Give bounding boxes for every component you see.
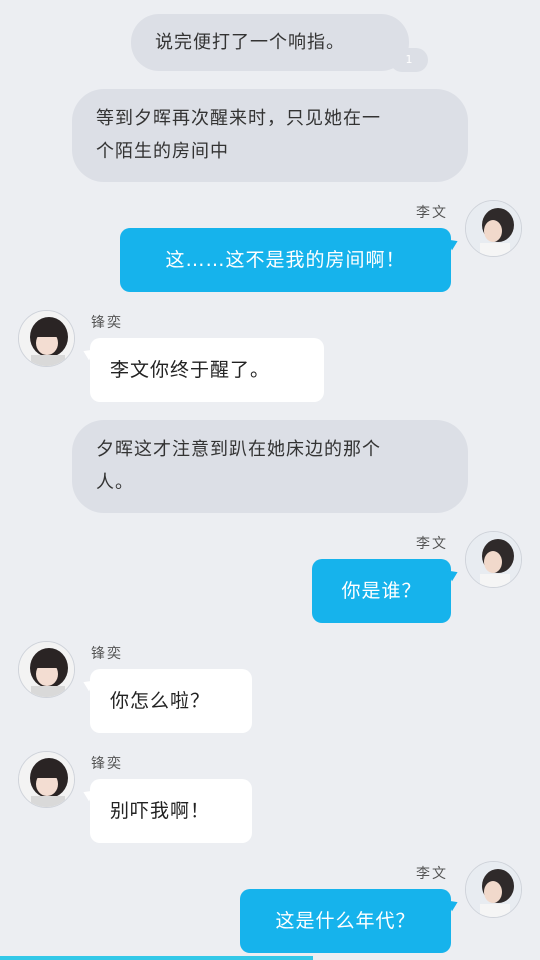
narration-text-line: 个陌生的房间中 — [96, 141, 229, 162]
outgoing-message-bubble[interactable]: 你是谁？ — [312, 559, 451, 623]
girl-avatar-icon[interactable] — [465, 200, 522, 257]
chat-story-screen: 说完便打了一个响指。 1 等到夕晖再次醒来时，只见她在一 个陌生的房间中 李文 … — [0, 0, 540, 960]
reading-progress-bar — [0, 956, 540, 960]
narration-bubble: 说完便打了一个响指。 — [131, 14, 409, 71]
message-text: 这……这不是我的房间啊！ — [165, 249, 406, 271]
message-text: 李文你终于醒了。 — [110, 359, 271, 381]
narration-text: 说完便打了一个响指。 — [155, 32, 345, 53]
sender-name: 李文 — [416, 205, 448, 221]
message-text: 你是谁？ — [341, 580, 422, 602]
girl-bangs-avatar-icon[interactable] — [18, 751, 75, 808]
outgoing-message-bubble[interactable]: 这是什么年代？ — [240, 889, 451, 953]
girl-avatar-icon[interactable] — [465, 531, 522, 588]
message-counter-badge: 1 — [390, 48, 428, 72]
message-text: 你怎么啦？ — [110, 690, 211, 712]
narration-text-line: 人。 — [96, 472, 134, 493]
sender-name: 李文 — [416, 866, 448, 882]
incoming-message-bubble[interactable]: 李文你终于醒了。 — [90, 338, 324, 402]
reading-progress-fill — [0, 956, 314, 960]
incoming-message-bubble[interactable]: 别吓我啊！ — [90, 779, 252, 843]
narration-text-line: 等到夕晖再次醒来时，只见她在一 — [96, 108, 381, 129]
sender-name: 锋奕 — [91, 315, 123, 331]
narration-text-line: 夕晖这才注意到趴在她床边的那个 — [96, 439, 381, 460]
narration-bubble: 夕晖这才注意到趴在她床边的那个 人。 — [72, 420, 468, 513]
sender-name: 锋奕 — [91, 646, 123, 662]
narration-bubble: 等到夕晖再次醒来时，只见她在一 个陌生的房间中 — [72, 89, 468, 182]
sender-name: 李文 — [416, 536, 448, 552]
sender-name: 锋奕 — [91, 756, 123, 772]
girl-avatar-icon[interactable] — [465, 861, 522, 918]
incoming-message-bubble[interactable]: 你怎么啦？ — [90, 669, 252, 733]
message-text: 这是什么年代？ — [275, 910, 416, 932]
girl-bangs-avatar-icon[interactable] — [18, 641, 75, 698]
outgoing-message-bubble[interactable]: 这……这不是我的房间啊！ — [120, 228, 451, 292]
message-text: 别吓我啊！ — [110, 800, 211, 822]
girl-bangs-avatar-icon[interactable] — [18, 310, 75, 367]
